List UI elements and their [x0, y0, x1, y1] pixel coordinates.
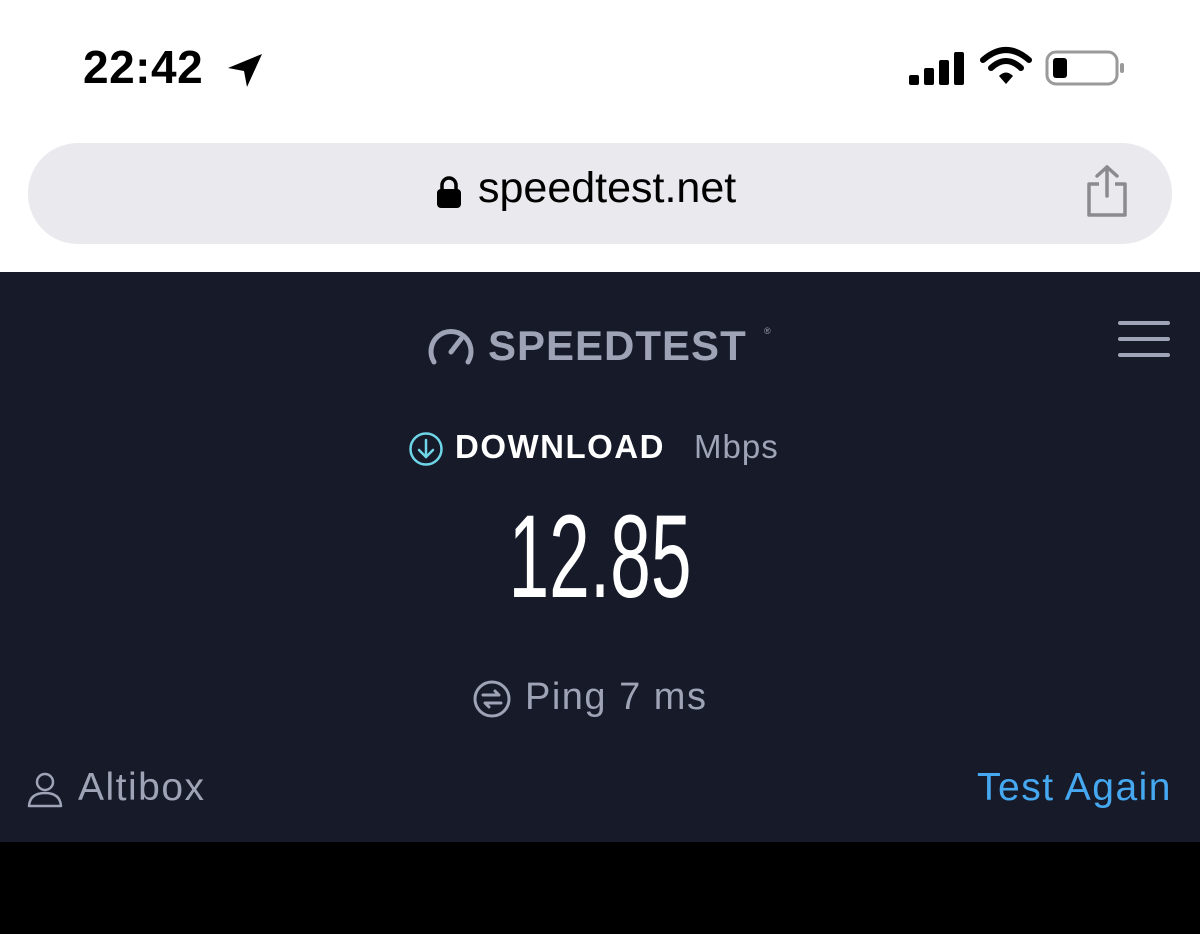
- bottom-area: [0, 842, 1200, 934]
- url-text[interactable]: speedtest.net: [478, 164, 736, 213]
- download-label: DOWNLOAD: [455, 428, 665, 465]
- battery-icon: [1045, 50, 1124, 86]
- hamburger-menu-icon[interactable]: [1118, 320, 1170, 358]
- speedtest-logo[interactable]: SPEEDTEST: [488, 322, 747, 370]
- wifi-icon: [980, 47, 1032, 84]
- cellular-signal-icon: [909, 52, 964, 85]
- test-again-link[interactable]: Test Again: [977, 766, 1172, 810]
- status-time: 22:42: [83, 41, 204, 93]
- ping-icon: [473, 680, 511, 718]
- speedometer-logo-icon: [428, 329, 474, 365]
- status-bar: 22:42: [0, 0, 1200, 135]
- user-icon: [27, 772, 63, 808]
- share-icon[interactable]: [1084, 164, 1130, 218]
- download-speed-value: 12.85: [508, 491, 692, 623]
- lock-icon: [437, 176, 461, 208]
- download-arrow-icon: [409, 432, 443, 466]
- provider-name: Altibox: [78, 766, 206, 809]
- logo-registered-mark: ®: [764, 326, 771, 336]
- download-unit: Mbps: [694, 428, 779, 465]
- location-arrow-icon: [228, 54, 262, 87]
- ping-text: Ping 7 ms: [525, 676, 708, 718]
